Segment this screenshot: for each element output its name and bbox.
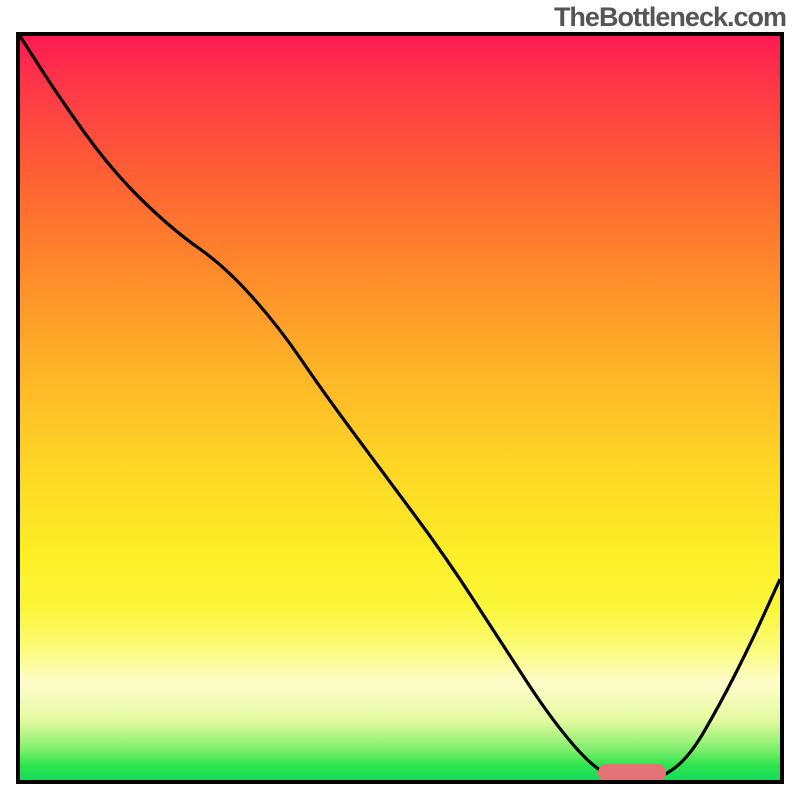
curve-path — [20, 36, 780, 780]
bottleneck-curve — [20, 36, 780, 780]
optimal-zone-marker — [598, 764, 666, 782]
plot-frame — [16, 32, 784, 784]
watermark-text: TheBottleneck.com — [554, 2, 786, 33]
chart-container: TheBottleneck.com — [0, 0, 800, 800]
